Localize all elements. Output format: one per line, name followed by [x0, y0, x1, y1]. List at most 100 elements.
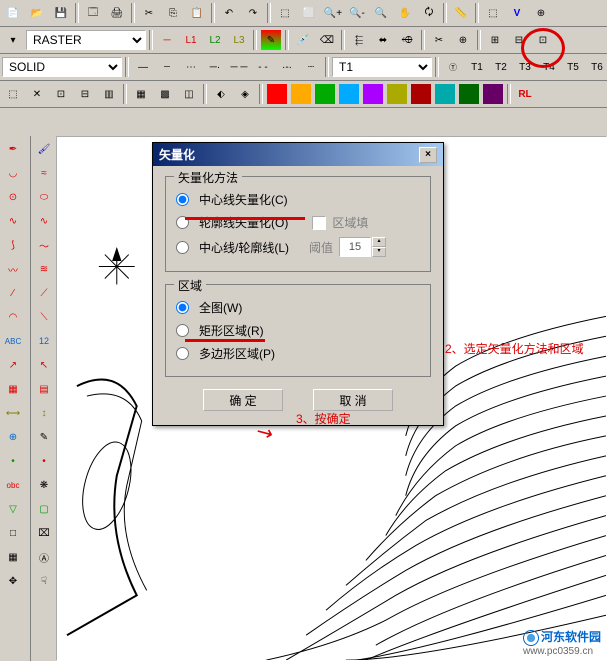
box-tool-icon[interactable]: □ [2, 522, 24, 544]
r4-color-1[interactable] [266, 83, 288, 105]
dim2-icon[interactable]: ↕ [33, 402, 55, 424]
radio-poly[interactable] [176, 347, 189, 360]
zoom-extent-icon[interactable]: ⬜ [298, 2, 320, 24]
draw-tool-1-icon[interactable]: ✎ [260, 29, 282, 51]
lt-dashdash-icon[interactable]: - - [252, 56, 274, 78]
vectorize-a-icon[interactable]: ⊞ [484, 29, 506, 51]
r4-color-9[interactable] [458, 83, 480, 105]
erase-area-icon[interactable]: ⌧ [33, 522, 55, 544]
dialog-close-button[interactable]: × [419, 147, 437, 163]
save-icon[interactable]: 💾 [50, 2, 72, 24]
line2-icon[interactable]: ⟋ [33, 282, 55, 304]
r4-icon-2[interactable]: ✕ [26, 83, 48, 105]
t2-btn[interactable]: T2 [490, 56, 512, 78]
grid-tool-icon[interactable]: ▦ [2, 546, 24, 568]
v-tool-icon[interactable]: V [506, 2, 528, 24]
vectorize-b-icon[interactable]: ⊟ [508, 29, 530, 51]
t1-btn[interactable]: T1 [466, 56, 488, 78]
redo-icon[interactable]: ↷ [242, 2, 264, 24]
r4-icon-9[interactable]: ⬖ [210, 83, 232, 105]
r4-icon-5[interactable]: ▥ [98, 83, 120, 105]
align-right-icon[interactable]: ⬲ [396, 29, 418, 51]
contour-icon[interactable]: ≈ [33, 162, 55, 184]
r4-icon-1[interactable]: ⬚ [2, 83, 24, 105]
freehand-icon[interactable]: ∿ [2, 210, 24, 232]
undo-icon[interactable]: ↶ [218, 2, 240, 24]
layer-combo[interactable]: RASTER [26, 30, 146, 50]
arc-red-icon[interactable]: ◠ [2, 306, 24, 328]
leader-icon[interactable]: ↗ [2, 354, 24, 376]
text-style-combo[interactable]: T1 [332, 57, 432, 77]
r4-icon-4[interactable]: ⊟ [74, 83, 96, 105]
open-icon[interactable]: 📂 [26, 2, 48, 24]
vectorize-c-icon[interactable]: ⊡ [532, 29, 554, 51]
r4-color-2[interactable] [290, 83, 312, 105]
dim-icon[interactable]: ⟷ [2, 402, 24, 424]
rl-btn[interactable]: RL [514, 83, 536, 105]
target-icon[interactable]: ⊕ [530, 2, 552, 24]
number-icon[interactable]: 12 [33, 330, 55, 352]
cut-icon[interactable]: ✂ [138, 2, 160, 24]
measure-icon[interactable]: 📏 [450, 2, 472, 24]
layer-l2-btn[interactable]: L2 [204, 29, 226, 51]
eraser-icon[interactable]: ⌫ [316, 29, 338, 51]
dotted-box-icon[interactable]: ⬚ [482, 2, 504, 24]
lt-center-icon[interactable]: ─ ─ [228, 56, 250, 78]
smooth-icon[interactable]: 〜 [33, 234, 55, 256]
r4-color-10[interactable] [482, 83, 504, 105]
r4-color-6[interactable] [386, 83, 408, 105]
point-red-icon[interactable]: • [33, 450, 55, 472]
curve3-icon[interactable]: 〰 [2, 258, 24, 280]
scissors-icon[interactable]: ✂ [428, 29, 450, 51]
text-abc-icon[interactable]: ABC [2, 330, 24, 352]
leader2-icon[interactable]: ↖ [33, 354, 55, 376]
text-tool-icon[interactable]: Ⓐ [33, 546, 55, 568]
lt-solid-icon[interactable]: — [132, 56, 154, 78]
lt-dashdot-icon[interactable]: ─· [204, 56, 226, 78]
t3-btn[interactable]: T3 [514, 56, 536, 78]
align-center-icon[interactable]: ⬌ [372, 29, 394, 51]
r4-icon-6[interactable]: ▦ [130, 83, 152, 105]
r4-icon-3[interactable]: ⊡ [50, 83, 72, 105]
ellipse-icon[interactable]: ⬭ [33, 186, 55, 208]
text-palette-icon[interactable]: Ⓣ [442, 56, 464, 78]
cancel-button[interactable]: 取 消 [313, 389, 393, 411]
hatch2-icon[interactable]: ▤ [33, 378, 55, 400]
radio-center[interactable] [176, 193, 189, 206]
layer-dropdown-icon[interactable]: ▾ [2, 29, 24, 51]
circle-tool-icon[interactable]: ⊙ [2, 186, 24, 208]
line-red-icon[interactable]: ∕ [2, 282, 24, 304]
new-icon[interactable]: 📄 [2, 2, 24, 24]
r4-color-4[interactable] [338, 83, 360, 105]
r4-color-8[interactable] [434, 83, 456, 105]
zoom-realtime-icon[interactable]: 🔍 [370, 2, 392, 24]
lt-dot-icon[interactable]: ⋯ [180, 56, 202, 78]
r4-icon-7[interactable]: ▩ [154, 83, 176, 105]
zoom-window-icon[interactable]: ⬚ [274, 2, 296, 24]
radio-full[interactable] [176, 301, 189, 314]
refresh-icon[interactable]: 🗘 [418, 2, 440, 24]
curve2-icon[interactable]: ⟆ [2, 234, 24, 256]
spline-icon[interactable]: ∿ [33, 210, 55, 232]
lt-custom-icon[interactable]: ┈ [300, 56, 322, 78]
hatch-icon[interactable]: ▦ [2, 378, 24, 400]
symbol-icon[interactable]: ❋ [33, 474, 55, 496]
zoom-out-icon[interactable]: 🔍- [346, 2, 368, 24]
r4-color-5[interactable] [362, 83, 384, 105]
polyline-icon[interactable]: ⟍ [33, 306, 55, 328]
print-preview-icon[interactable]: 🗔 [82, 2, 104, 24]
paste-icon[interactable]: 📋 [186, 2, 208, 24]
lt-dash-icon[interactable]: ┄ [156, 56, 178, 78]
brush-icon[interactable]: 🖌 [33, 138, 55, 160]
edit-tool-icon[interactable]: ✎ [33, 426, 55, 448]
r4-color-7[interactable] [410, 83, 432, 105]
r4-color-3[interactable] [314, 83, 336, 105]
square-green-icon[interactable]: ▢ [33, 498, 55, 520]
r4-icon-10[interactable]: ◈ [234, 83, 256, 105]
text-obc-icon[interactable]: obc [2, 474, 24, 496]
crosshair-icon[interactable]: ⊕ [452, 29, 474, 51]
print-icon[interactable]: 🖨 [106, 2, 128, 24]
layer-current-btn[interactable]: ─ [156, 29, 178, 51]
callout-icon[interactable]: ⊕ [2, 426, 24, 448]
pan-icon[interactable]: ✋ [394, 2, 416, 24]
